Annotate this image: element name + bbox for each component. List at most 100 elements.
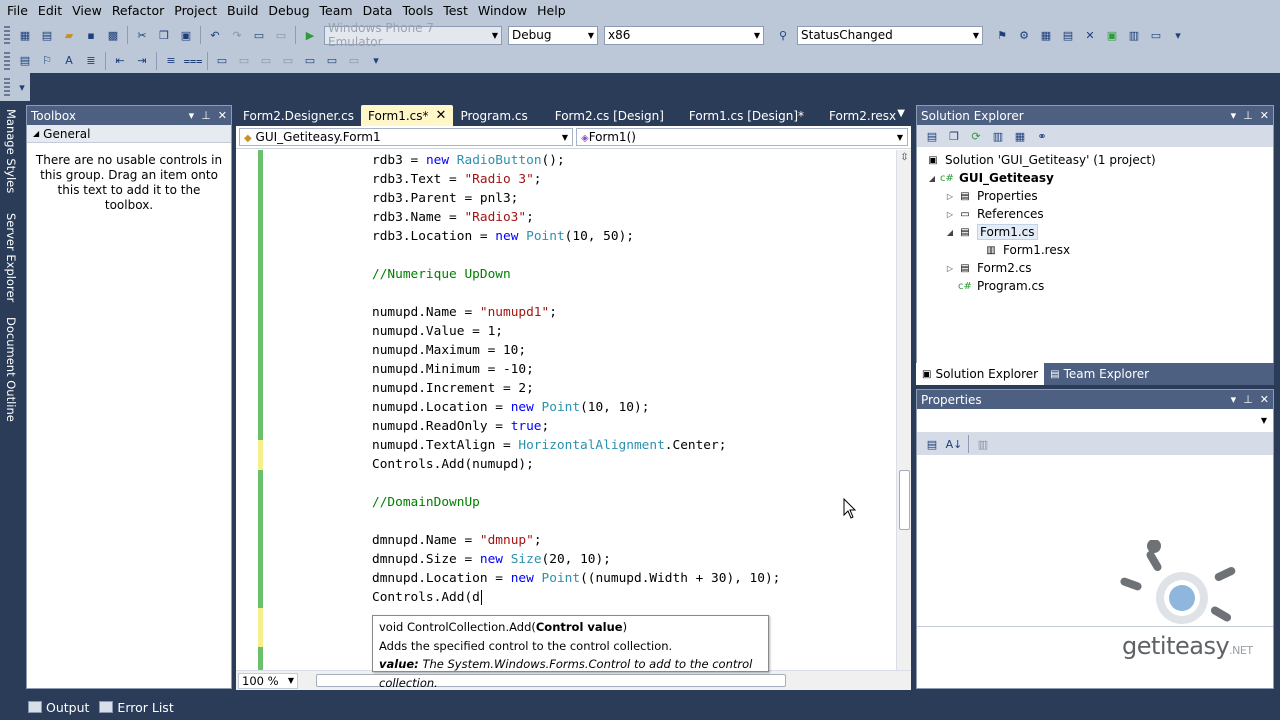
increase-indent-icon[interactable]: ⇥ bbox=[134, 53, 150, 69]
save-all-icon[interactable]: ▩ bbox=[105, 27, 121, 43]
navigate-forward-icon[interactable]: ▭ bbox=[273, 27, 289, 43]
chevron-down-icon[interactable]: ▾ bbox=[1231, 393, 1237, 406]
add-item-icon[interactable]: ▤ bbox=[39, 27, 55, 43]
next-bookmark-icon[interactable]: ▭ bbox=[258, 53, 274, 69]
chevron-down-icon[interactable]: ▾ bbox=[1231, 109, 1237, 122]
pin-icon[interactable]: ⊥ bbox=[201, 109, 211, 122]
show-all-files-icon[interactable]: ❐ bbox=[946, 128, 962, 144]
open-file-icon[interactable]: ▰ bbox=[61, 27, 77, 43]
previous-bookmark-folder-icon[interactable]: ▭ bbox=[280, 53, 296, 69]
next-bookmark-folder-icon[interactable]: ▭ bbox=[302, 53, 318, 69]
find-in-files-icon[interactable]: ⚲ bbox=[775, 27, 791, 43]
collapse-triangle-icon[interactable]: ◢ bbox=[925, 174, 939, 183]
class-combo[interactable]: ◆ GUI_Getiteasy.Form1 ▼ bbox=[239, 128, 573, 146]
menu-tools[interactable]: Tools bbox=[397, 0, 438, 22]
tab-form2-design[interactable]: Form2.cs [Design] bbox=[535, 105, 671, 126]
menu-file[interactable]: File bbox=[2, 0, 33, 22]
navigate-backward-icon[interactable]: ▭ bbox=[251, 27, 267, 43]
display-word-completion-icon[interactable]: ≣ bbox=[83, 53, 99, 69]
find-combo[interactable]: StatusChanged ▼ bbox=[797, 25, 983, 45]
collapse-triangle-icon[interactable]: ◢ bbox=[943, 228, 957, 237]
menu-window[interactable]: Window bbox=[473, 0, 532, 22]
display-quick-info-icon[interactable]: A bbox=[61, 53, 77, 69]
start-debugging-icon[interactable]: ▶ bbox=[302, 27, 318, 43]
extension-manager-icon[interactable]: ✕ bbox=[1082, 27, 1098, 43]
close-icon[interactable]: ✕ bbox=[1260, 109, 1269, 122]
zoom-combo[interactable]: 100 % ▼ bbox=[238, 672, 298, 689]
close-icon[interactable]: ✕ bbox=[1260, 393, 1269, 406]
code-area[interactable]: rdb3 = new RadioButton(); rdb3.Text = "Ra… bbox=[236, 150, 896, 670]
vertical-scrollbar[interactable]: ⇳ bbox=[896, 150, 911, 670]
menu-project[interactable]: Project bbox=[169, 0, 222, 22]
tree-item-project[interactable]: ◢ c# GUI_Getiteasy bbox=[925, 169, 1054, 187]
menu-test[interactable]: Test bbox=[438, 0, 473, 22]
server-explorer-tab[interactable]: Server Explorer bbox=[2, 213, 20, 313]
manage-styles-tab[interactable]: Manage Styles bbox=[2, 109, 20, 209]
tab-solution-explorer[interactable]: ▣ Solution Explorer bbox=[916, 363, 1045, 385]
tree-item-references[interactable]: ▷ ▭ References bbox=[943, 205, 1044, 223]
toolbar-grip[interactable] bbox=[4, 78, 10, 96]
menu-help[interactable]: Help bbox=[532, 0, 571, 22]
chevron-down-icon[interactable]: ▾ bbox=[189, 109, 195, 122]
tab-team-explorer[interactable]: ▤ Team Explorer bbox=[1044, 363, 1155, 385]
properties-icon[interactable]: ▤ bbox=[924, 128, 940, 144]
toolbar-options-icon[interactable]: ▾ bbox=[368, 53, 384, 69]
find-symbol-icon[interactable]: ⚑ bbox=[994, 27, 1010, 43]
menu-refactor[interactable]: Refactor bbox=[107, 0, 169, 22]
previous-bookmark-document-icon[interactable]: ▭ bbox=[324, 53, 340, 69]
uncomment-icon[interactable]: ⩶ bbox=[184, 53, 203, 69]
tree-item-form2-cs[interactable]: ▷ ▤ Form2.cs bbox=[943, 259, 1032, 277]
tab-form2-designer[interactable]: Form2.Designer.cs bbox=[236, 105, 361, 126]
expand-triangle-icon[interactable]: ▷ bbox=[943, 210, 957, 219]
tree-item-solution[interactable]: ▣ Solution 'GUI_Getiteasy' (1 project) bbox=[925, 151, 1155, 169]
tree-item-properties[interactable]: ▷ ▤ Properties bbox=[943, 187, 1038, 205]
close-icon[interactable]: ✕ bbox=[436, 108, 447, 123]
configuration-combo[interactable]: Debug ▼ bbox=[508, 25, 598, 45]
categorized-icon[interactable]: ▤ bbox=[924, 436, 940, 452]
menu-debug[interactable]: Debug bbox=[263, 0, 314, 22]
redo-icon[interactable]: ↷ bbox=[229, 27, 245, 43]
previous-bookmark-icon[interactable]: ▭ bbox=[236, 53, 252, 69]
view-designer-icon[interactable]: ▦ bbox=[1012, 128, 1028, 144]
toolbar-grip[interactable] bbox=[4, 51, 10, 70]
pin-icon[interactable]: ⊥ bbox=[1243, 393, 1253, 406]
tab-form1-design[interactable]: Form1.cs [Design]* bbox=[671, 105, 811, 126]
expand-triangle-icon[interactable]: ▷ bbox=[943, 264, 957, 273]
alphabetical-icon[interactable]: A↓ bbox=[946, 436, 963, 452]
tab-output[interactable]: Output bbox=[28, 700, 89, 715]
toolbox-group-general[interactable]: ◢ General bbox=[27, 125, 231, 143]
object-browser-icon[interactable]: ▦ bbox=[1038, 27, 1054, 43]
cut-icon[interactable]: ✂ bbox=[134, 27, 150, 43]
toolbar-options-icon[interactable]: ▾ bbox=[1170, 27, 1186, 43]
expand-triangle-icon[interactable]: ▷ bbox=[943, 192, 957, 201]
member-combo[interactable]: ◈Form1() ▼ bbox=[576, 128, 908, 146]
undo-icon[interactable]: ↶ bbox=[207, 27, 223, 43]
window-layout-icon[interactable]: ▭ bbox=[1148, 27, 1164, 43]
tree-item-form1-resx[interactable]: ▥ Form1.resx bbox=[983, 241, 1070, 259]
menu-edit[interactable]: Edit bbox=[33, 0, 67, 22]
refresh-icon[interactable]: ⟳ bbox=[968, 128, 984, 144]
toolbar-options-icon[interactable]: ▾ bbox=[14, 79, 30, 95]
properties-window-icon[interactable]: ⚙ bbox=[1016, 27, 1032, 43]
document-outline-tab[interactable]: Document Outline bbox=[2, 317, 20, 435]
new-project-icon[interactable]: ▦ bbox=[17, 27, 33, 43]
comment-out-icon[interactable]: ≡ bbox=[163, 53, 179, 69]
clear-bookmarks-icon[interactable]: ▭ bbox=[346, 53, 362, 69]
tree-item-form1-cs[interactable]: ◢ ▤ Form1.cs bbox=[943, 223, 1038, 241]
target-device-combo[interactable]: Windows Phone 7 Emulator ▼ bbox=[324, 21, 502, 49]
property-pages-icon[interactable]: ▥ bbox=[975, 436, 991, 452]
tab-error-list[interactable]: Error List bbox=[99, 700, 174, 715]
tree-item-program-cs[interactable]: c# Program.cs bbox=[957, 277, 1044, 295]
vertical-scroll-thumb[interactable] bbox=[899, 470, 910, 530]
tab-form1-cs[interactable]: Form1.cs* ✕ bbox=[361, 105, 454, 126]
view-code-icon[interactable]: ▥ bbox=[990, 128, 1006, 144]
tab-program-cs[interactable]: Program.cs bbox=[453, 105, 534, 126]
display-object-member-list-icon[interactable]: ▤ bbox=[17, 53, 33, 69]
menu-team[interactable]: Team bbox=[315, 0, 358, 22]
solution-explorer-icon[interactable]: ▣ bbox=[1104, 27, 1120, 43]
platform-combo[interactable]: x86 ▼ bbox=[604, 25, 764, 45]
toggle-bookmark-icon[interactable]: ▭ bbox=[214, 53, 230, 69]
pin-icon[interactable]: ⊥ bbox=[1243, 109, 1253, 122]
close-icon[interactable]: ✕ bbox=[218, 109, 227, 122]
copy-icon[interactable]: ❐ bbox=[156, 27, 172, 43]
